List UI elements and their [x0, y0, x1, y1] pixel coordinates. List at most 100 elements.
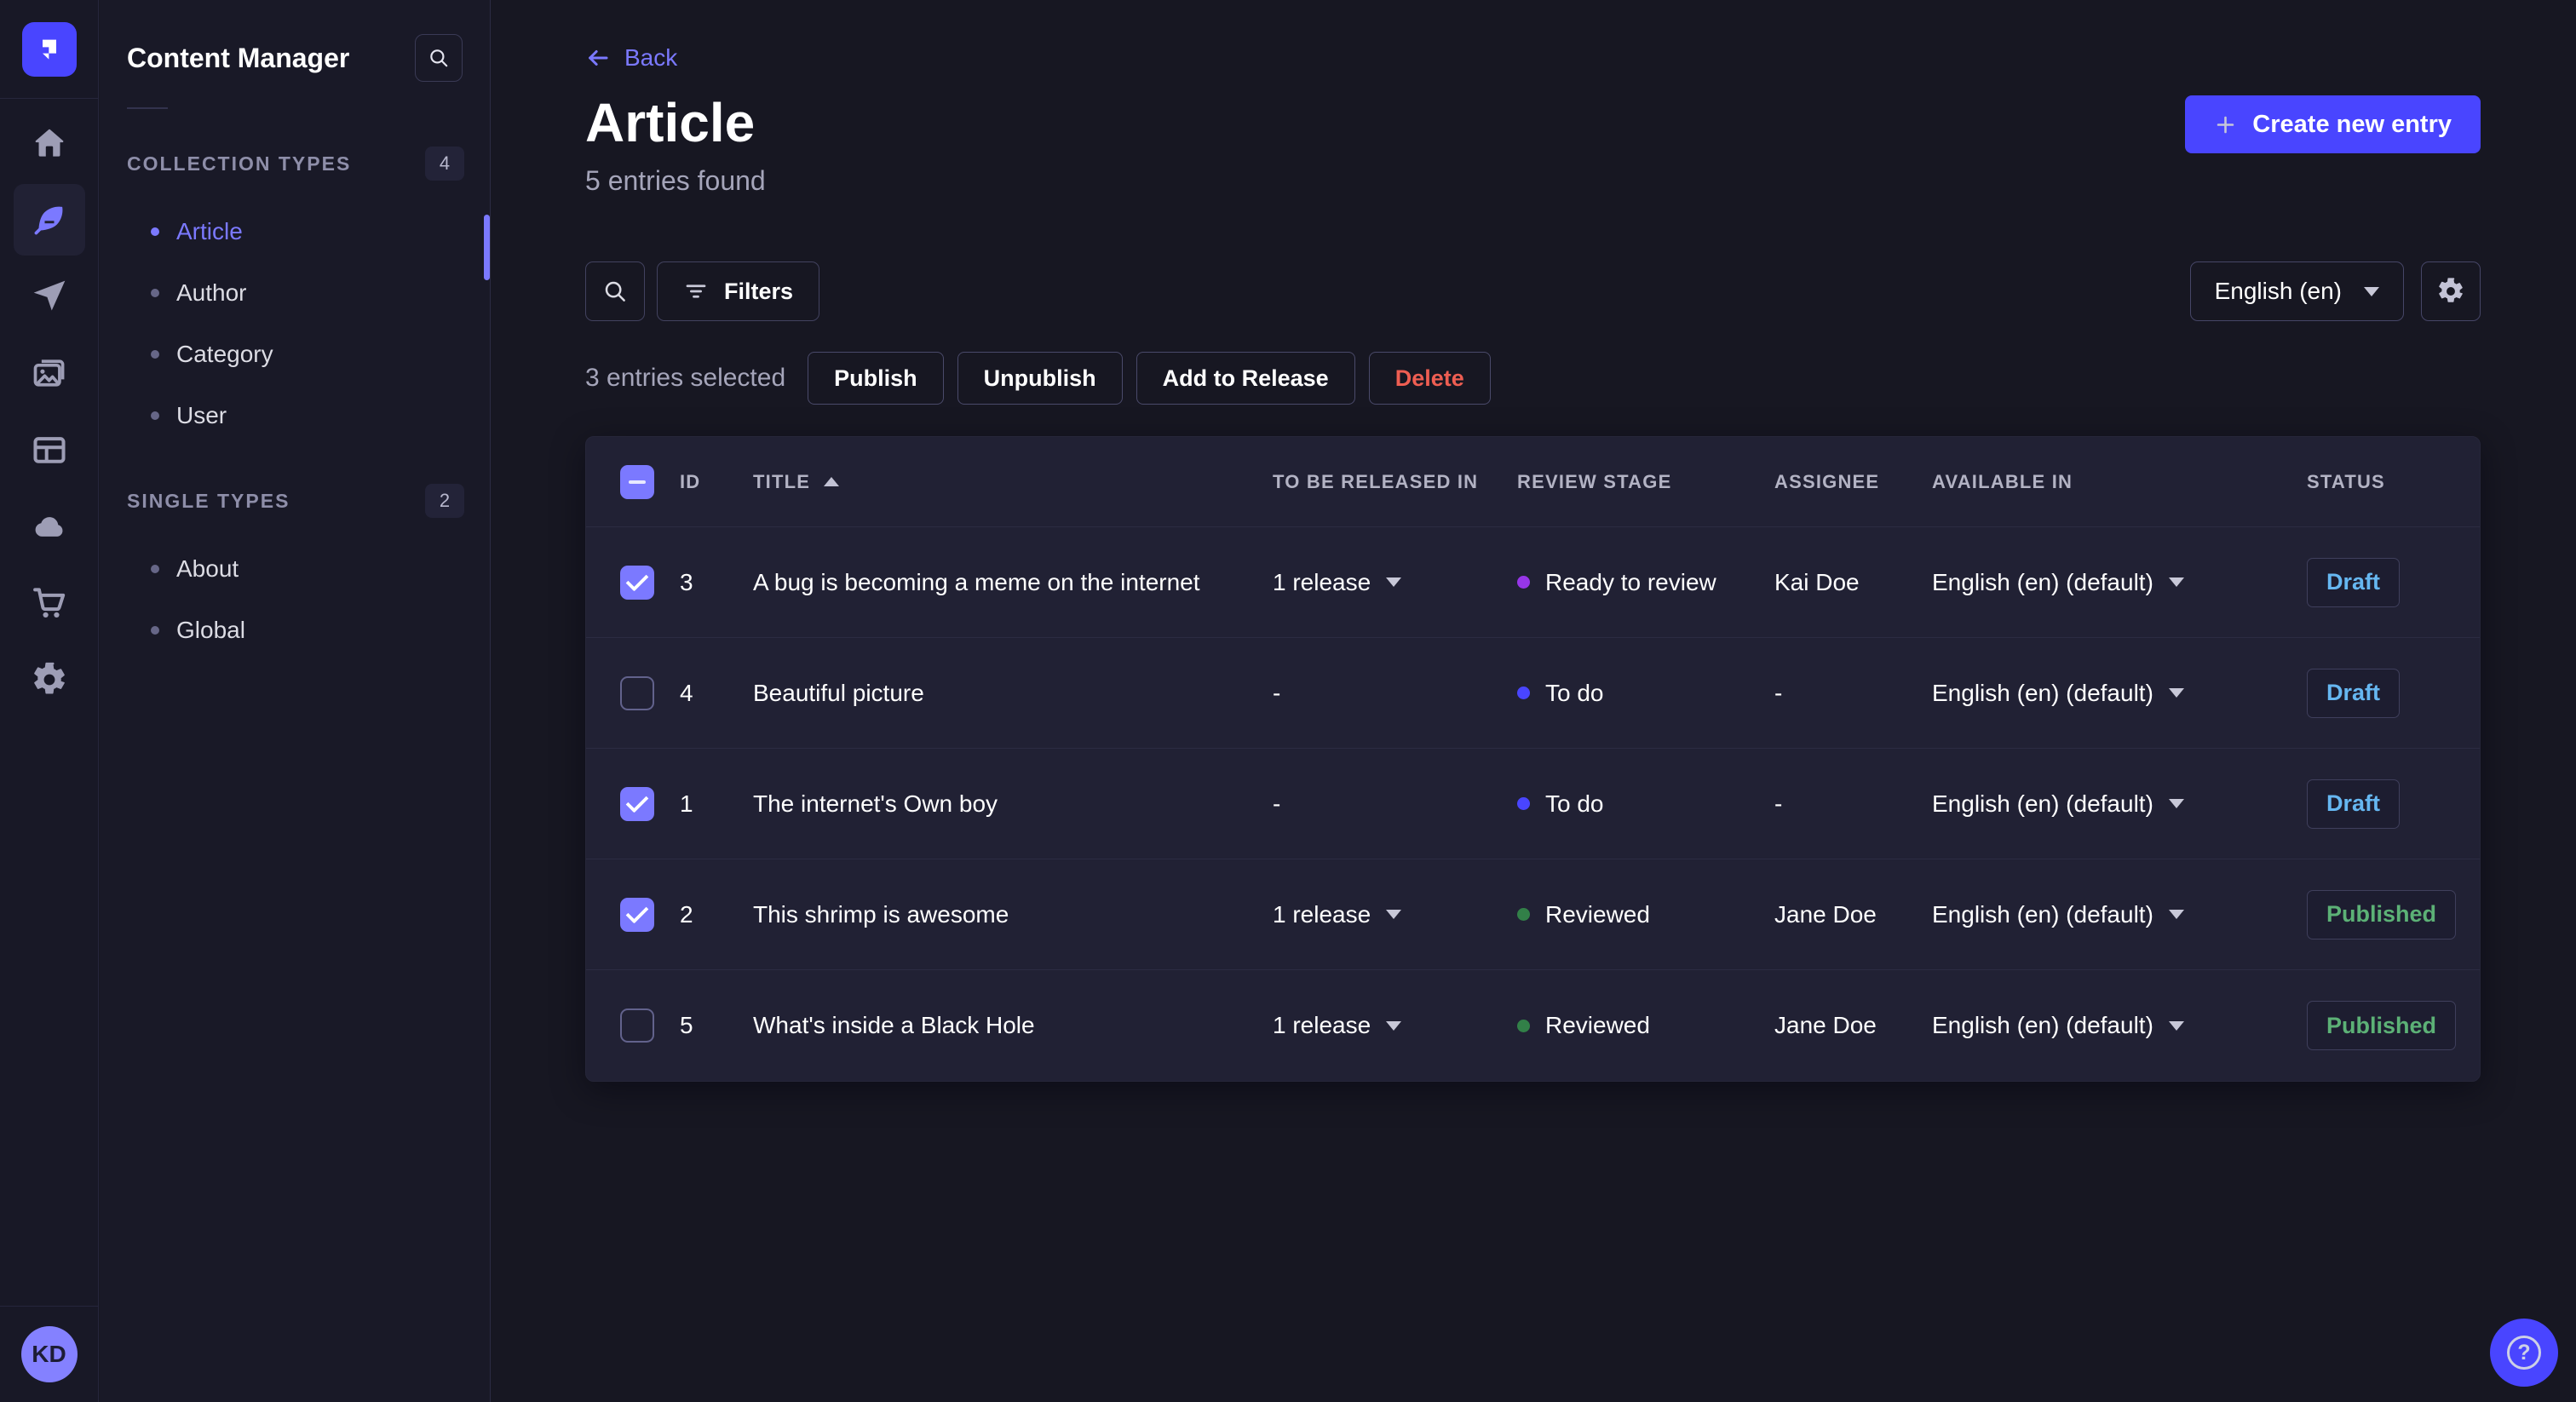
cloud-icon[interactable]	[14, 491, 85, 562]
cell-available-in[interactable]: English (en) (default)	[1932, 1012, 2307, 1039]
stage-dot	[1517, 576, 1530, 589]
settings-gear-icon[interactable]	[14, 644, 85, 715]
publish-button[interactable]: Publish	[808, 352, 944, 405]
status-badge: Draft	[2307, 779, 2401, 829]
cell-status: Published	[2307, 1001, 2480, 1050]
cell-title: A bug is becoming a meme on the internet	[753, 568, 1200, 595]
cell-release[interactable]: 1 release	[1273, 1012, 1517, 1039]
strapi-logo[interactable]	[21, 21, 77, 77]
add-to-release-button[interactable]: Add to Release	[1136, 352, 1355, 405]
cell-title: Beautiful picture	[753, 679, 924, 706]
create-new-entry-button[interactable]: Create new entry	[2185, 95, 2481, 153]
cell-review-stage: To do	[1517, 680, 1774, 707]
sidebar-item-global[interactable]: Global	[100, 600, 490, 661]
bullet-icon	[151, 411, 159, 420]
unpublish-button[interactable]: Unpublish	[957, 352, 1123, 405]
cell-id: 3	[680, 568, 693, 595]
entries-table: ID TITLE TO BE RELEASED IN REVIEW STAGE …	[585, 436, 2481, 1082]
column-header-available-in[interactable]: AVAILABLE IN	[1932, 471, 2307, 493]
chevron-down-icon[interactable]	[2168, 577, 2184, 587]
content-type-builder-icon[interactable]	[14, 414, 85, 486]
chevron-down-icon[interactable]	[2168, 1020, 2184, 1031]
table-row[interactable]: 3 A bug is becoming a meme on the intern…	[586, 527, 2480, 638]
cell-id: 2	[680, 900, 693, 928]
cell-title: What's inside a Black Hole	[753, 1012, 1035, 1038]
column-header-id[interactable]: ID	[680, 471, 753, 493]
cell-title: This shrimp is awesome	[753, 900, 1009, 928]
content-manager-feather-icon[interactable]	[13, 184, 85, 256]
chevron-down-icon[interactable]	[1386, 1020, 1402, 1031]
media-library-icon[interactable]	[14, 337, 85, 409]
sidebar-search-button[interactable]	[415, 34, 463, 82]
plus-icon	[2217, 116, 2234, 133]
arrow-left-icon	[589, 50, 608, 66]
chevron-down-icon[interactable]	[2168, 799, 2184, 808]
cell-assignee: Jane Doe	[1774, 1012, 1877, 1038]
chevron-down-icon[interactable]	[1386, 910, 1402, 919]
chevron-down-icon[interactable]	[2168, 910, 2184, 919]
back-link[interactable]: Back	[585, 44, 677, 72]
column-header-title[interactable]: TITLE	[753, 471, 1273, 493]
bullet-icon	[151, 289, 159, 297]
search-icon	[605, 281, 625, 302]
strapi-logo-icon	[42, 39, 56, 60]
filters-button[interactable]: Filters	[657, 261, 820, 321]
stage-dot	[1517, 797, 1530, 810]
nav-rail: KD	[0, 0, 99, 1402]
sidebar-item-about[interactable]: About	[100, 538, 490, 600]
entries-count: 5 entries found	[585, 165, 766, 196]
sidebar-item-category[interactable]: Category	[100, 324, 490, 385]
sidebar-title: Content Manager	[127, 42, 350, 73]
cell-available-in[interactable]: English (en) (default)	[1932, 790, 2307, 818]
view-settings-button[interactable]	[2421, 261, 2481, 321]
status-badge: Published	[2307, 1001, 2457, 1050]
table-row[interactable]: 1 The internet's Own boy - To do - Engli…	[586, 749, 2480, 859]
sidebar-divider	[127, 107, 168, 109]
cell-release[interactable]: -	[1273, 790, 1517, 818]
row-checkbox[interactable]	[620, 897, 654, 932]
cell-available-in[interactable]: English (en) (default)	[1932, 680, 2307, 707]
chevron-down-icon[interactable]	[1386, 577, 1402, 587]
column-header-assignee[interactable]: ASSIGNEE	[1774, 471, 1932, 493]
sidebar-item-article[interactable]: Article	[100, 201, 490, 262]
column-header-status[interactable]: STATUS	[2307, 471, 2480, 493]
table-row[interactable]: 5 What's inside a Black Hole 1 release R…	[586, 970, 2480, 1081]
cell-id: 5	[680, 1012, 693, 1038]
delete-button[interactable]: Delete	[1368, 352, 1491, 405]
locale-select[interactable]: English (en)	[2189, 261, 2404, 321]
user-avatar[interactable]: KD	[20, 1326, 78, 1382]
table-row[interactable]: 4 Beautiful picture - To do - English (e…	[586, 638, 2480, 749]
cell-review-stage: To do	[1517, 790, 1774, 818]
help-button[interactable]: ?	[2490, 1319, 2558, 1387]
bullet-icon	[151, 626, 159, 635]
sidebar-item-user[interactable]: User	[100, 385, 490, 446]
cell-release[interactable]: 1 release	[1273, 901, 1517, 928]
row-checkbox[interactable]	[620, 1008, 654, 1043]
select-all-checkbox[interactable]	[620, 464, 654, 499]
content-manager-sidebar: Content Manager COLLECTION TYPES 4 Artic…	[100, 0, 491, 1402]
table-row[interactable]: 2 This shrimp is awesome 1 release Revie…	[586, 859, 2480, 970]
cell-available-in[interactable]: English (en) (default)	[1932, 569, 2307, 596]
cell-available-in[interactable]: English (en) (default)	[1932, 901, 2307, 928]
section-label: SINGLE TYPES	[127, 489, 290, 512]
chevron-down-icon	[2364, 286, 2379, 296]
question-mark-icon: ?	[2507, 1336, 2541, 1370]
sidebar-item-author[interactable]: Author	[100, 262, 490, 324]
chevron-down-icon[interactable]	[2168, 688, 2184, 698]
bullet-icon	[151, 350, 159, 359]
cell-id: 1	[680, 790, 693, 817]
cell-release[interactable]: -	[1273, 680, 1517, 707]
row-checkbox[interactable]	[620, 786, 654, 821]
marketplace-cart-icon[interactable]	[14, 567, 85, 639]
home-icon[interactable]	[14, 107, 85, 179]
section-count-badge: 2	[425, 484, 464, 518]
row-checkbox[interactable]	[620, 565, 654, 600]
search-button[interactable]	[585, 261, 645, 321]
bullet-icon	[151, 227, 159, 236]
row-checkbox[interactable]	[620, 675, 654, 710]
column-header-release[interactable]: TO BE RELEASED IN	[1273, 471, 1517, 493]
column-header-review-stage[interactable]: REVIEW STAGE	[1517, 471, 1774, 493]
cell-release[interactable]: 1 release	[1273, 569, 1517, 596]
cell-review-stage: Reviewed	[1517, 1012, 1774, 1039]
send-plane-icon[interactable]	[14, 261, 85, 332]
